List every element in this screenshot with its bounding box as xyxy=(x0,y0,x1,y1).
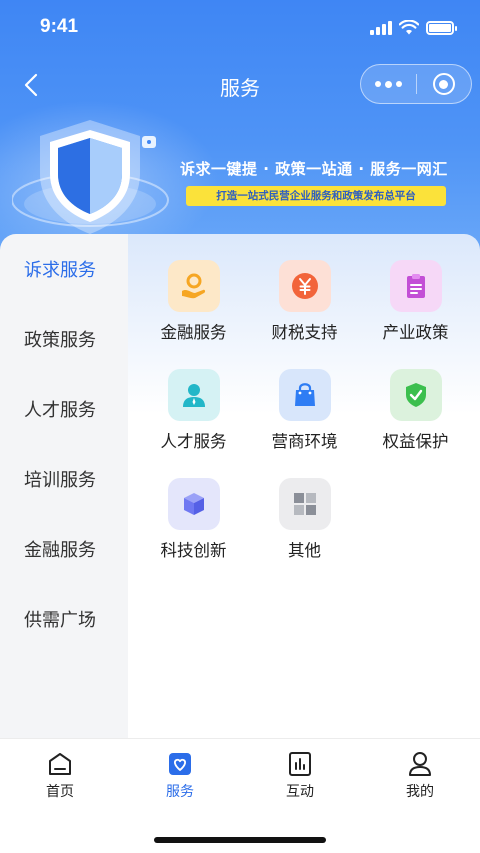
banner-slogan: 诉求一键提 · 政策一站通 · 服务一网汇 xyxy=(180,160,448,178)
service-tech-innovation[interactable]: 科技创新 xyxy=(138,478,249,561)
user-icon xyxy=(409,752,431,776)
bottom-tab-bar: 首页 服务 互动 我的 xyxy=(0,738,480,853)
service-label: 科技创新 xyxy=(160,541,227,560)
service-label: 产业政策 xyxy=(382,323,449,342)
shopping-bag-icon xyxy=(278,369,331,421)
battery-icon xyxy=(426,20,457,35)
tab-interaction[interactable]: 互动 xyxy=(240,739,360,807)
sidebar-item-label: 金融服务 xyxy=(24,540,96,561)
cellular-signal-icon xyxy=(370,20,392,35)
home-icon xyxy=(49,753,71,775)
sidebar-item-policy-service[interactable]: 政策服务 xyxy=(0,304,128,374)
sidebar-item-label: 政策服务 xyxy=(24,330,96,351)
tab-label: 我的 xyxy=(406,784,434,800)
service-label: 金融服务 xyxy=(160,323,227,342)
shield-illustration xyxy=(11,112,182,242)
cube-icon xyxy=(167,478,220,530)
content-area: 诉求服务 政策服务 人才服务 培训服务 金融服务 供需广场 金融服务 财税支持 … xyxy=(0,234,480,738)
more-dots-icon xyxy=(374,80,402,88)
service-business-environment[interactable]: 营商环境 xyxy=(249,369,360,452)
service-finance[interactable]: 金融服务 xyxy=(138,260,249,343)
tab-mine[interactable]: 我的 xyxy=(360,739,480,807)
service-label: 权益保护 xyxy=(382,432,449,451)
service-grid: 金融服务 财税支持 产业政策 人才服务 营商环境 权益保护 科技创新 其他 xyxy=(128,260,480,561)
tab-label: 首页 xyxy=(46,784,74,800)
tab-service[interactable]: 服务 xyxy=(120,739,240,807)
sidebar-item-label: 供需广场 xyxy=(24,610,96,631)
status-icons xyxy=(370,20,457,35)
sidebar-item-label: 培训服务 xyxy=(24,470,96,491)
heart-icon xyxy=(169,753,191,775)
tab-label: 服务 xyxy=(166,784,194,800)
service-label: 其他 xyxy=(288,541,321,560)
grid-icon xyxy=(278,478,331,530)
person-icon xyxy=(167,369,220,421)
service-talent[interactable]: 人才服务 xyxy=(138,369,249,452)
service-label: 人才服务 xyxy=(160,432,227,451)
sidebar-item-supply-demand[interactable]: 供需广场 xyxy=(0,584,128,654)
service-panel: 金融服务 财税支持 产业政策 人才服务 营商环境 权益保护 科技创新 其他 xyxy=(128,234,480,738)
home-indicator xyxy=(154,837,326,843)
service-other[interactable]: 其他 xyxy=(249,478,360,561)
status-bar: 9:41 xyxy=(0,0,480,60)
tab-label: 互动 xyxy=(286,784,314,800)
sidebar-item-label: 人才服务 xyxy=(24,400,96,421)
service-industry-policy[interactable]: 产业政策 xyxy=(360,260,471,343)
service-rights-protection[interactable]: 权益保护 xyxy=(360,369,471,452)
service-tax-support[interactable]: 财税支持 xyxy=(249,260,360,343)
banner-sub-slogan: 打造一站式民营企业服务和政策发布总平台 xyxy=(186,186,446,206)
shield-check-icon xyxy=(389,369,442,421)
hero-header: 9:41 服务 诉求一键提 · 政策一站通 · 服务一网汇 打造一站式民营企业服… xyxy=(0,0,480,260)
tab-list: 首页 服务 互动 我的 xyxy=(0,739,480,807)
wifi-icon xyxy=(399,20,419,35)
status-time: 9:41 xyxy=(40,16,79,37)
sidebar-item-label: 诉求服务 xyxy=(24,260,96,281)
chart-icon xyxy=(289,752,311,776)
tab-home[interactable]: 首页 xyxy=(0,739,120,807)
close-miniprogram-button[interactable] xyxy=(417,65,472,103)
miniprogram-capsule xyxy=(360,64,472,104)
nav-bar: 服务 xyxy=(0,60,480,110)
category-sidebar: 诉求服务 政策服务 人才服务 培训服务 金融服务 供需广场 xyxy=(0,234,128,738)
yuan-icon xyxy=(278,260,331,312)
clipboard-icon xyxy=(389,260,442,312)
service-label: 财税支持 xyxy=(271,323,338,342)
sidebar-item-finance-service[interactable]: 金融服务 xyxy=(0,514,128,584)
sidebar-item-training-service[interactable]: 培训服务 xyxy=(0,444,128,514)
service-label: 营商环境 xyxy=(271,432,338,451)
target-icon xyxy=(432,73,455,95)
sidebar-item-appeal-service[interactable]: 诉求服务 xyxy=(0,234,128,304)
finance-icon xyxy=(167,260,220,312)
more-button[interactable] xyxy=(361,65,416,103)
sidebar-item-talent-service[interactable]: 人才服务 xyxy=(0,374,128,444)
